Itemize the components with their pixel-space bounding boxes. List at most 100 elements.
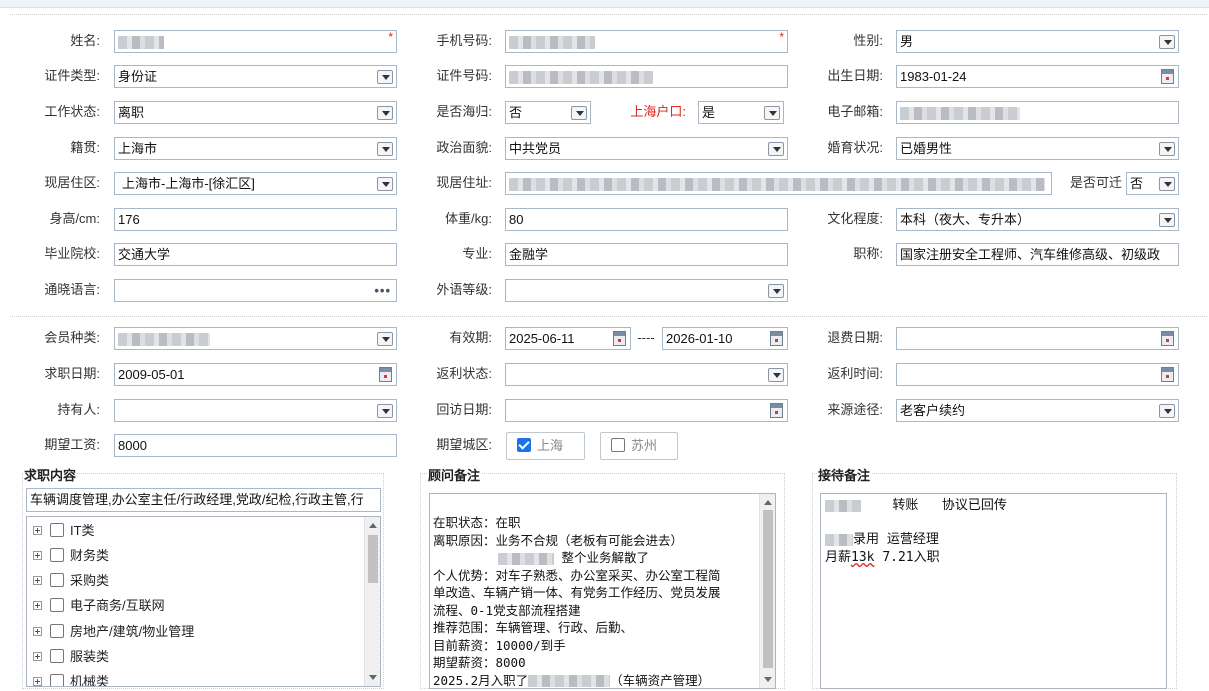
dropdown-arrow-icon[interactable] xyxy=(1159,142,1175,156)
tree-node[interactable]: 房地产/建筑/物业管理 xyxy=(33,621,194,643)
reception-notes-textarea[interactable]: 转账 协议已回传 录用 运营经理 月薪13k 7.21入职 xyxy=(820,493,1167,689)
dropdown-arrow-icon[interactable] xyxy=(571,106,587,120)
dropdown-arrow-icon[interactable] xyxy=(377,404,393,418)
dropdown-arrow-icon[interactable] xyxy=(764,106,780,120)
source-select[interactable]: 老客户续约 xyxy=(896,399,1179,422)
marital-select[interactable]: 已婚男性 xyxy=(896,137,1179,160)
job-content-summary-field[interactable]: 车辆调度管理,办公室主任/行政经理,党政/纪检,行政主管,行 xyxy=(26,488,381,512)
education-select[interactable]: 本科（夜大、专升本） xyxy=(896,208,1179,231)
checkbox-unchecked-icon[interactable] xyxy=(50,649,64,663)
checkbox-unchecked-icon[interactable] xyxy=(50,598,64,612)
major-field[interactable]: 金融学 xyxy=(505,243,788,266)
title-field[interactable]: 国家注册安全工程师、汽车维修高级、初级政 xyxy=(896,243,1179,266)
redacted-text xyxy=(825,499,861,512)
salary-field[interactable]: 8000 xyxy=(114,434,397,457)
tree-node[interactable]: 机械类 xyxy=(33,671,109,686)
address-field[interactable] xyxy=(505,172,1052,195)
checkbox-unchecked-icon[interactable] xyxy=(50,523,64,537)
expand-icon[interactable] xyxy=(33,551,42,560)
checkbox-unchecked-icon[interactable] xyxy=(611,438,625,452)
ellipsis-button[interactable]: ••• xyxy=(374,280,391,301)
expand-icon[interactable] xyxy=(33,526,42,535)
dropdown-arrow-icon[interactable] xyxy=(377,332,393,346)
checkbox-unchecked-icon[interactable] xyxy=(50,674,64,686)
school-field[interactable]: 交通大学 xyxy=(114,243,397,266)
dropdown-arrow-icon[interactable] xyxy=(377,106,393,120)
gender-label: 性别: xyxy=(853,33,883,48)
calendar-icon[interactable] xyxy=(1161,69,1174,84)
expand-icon[interactable] xyxy=(33,677,42,686)
dropdown-arrow-icon[interactable] xyxy=(377,177,393,191)
politics-select[interactable]: 中共党员 xyxy=(505,137,788,160)
school-label: 毕业院校: xyxy=(44,246,100,261)
rebate-time-field[interactable] xyxy=(896,363,1179,386)
validity-end-value: 2026-01-10 xyxy=(666,331,733,346)
checkbox-unchecked-icon[interactable] xyxy=(50,573,64,587)
dropdown-arrow-icon[interactable] xyxy=(377,142,393,156)
birth-date-field[interactable]: 1983-01-24 xyxy=(896,65,1179,88)
calendar-icon[interactable] xyxy=(1161,367,1174,382)
tree-scrollbar[interactable] xyxy=(364,517,380,686)
height-field[interactable]: 176 xyxy=(114,208,397,231)
language-field[interactable]: ••• xyxy=(114,279,397,302)
relocate-select[interactable]: 否 xyxy=(1126,172,1179,195)
scroll-up-icon[interactable] xyxy=(764,500,772,505)
native-select[interactable]: 上海市 xyxy=(114,137,397,160)
tree-node[interactable]: 采购类 xyxy=(33,570,109,592)
dropdown-arrow-icon[interactable] xyxy=(768,142,784,156)
checkbox-unchecked-icon[interactable] xyxy=(50,624,64,638)
tree-node[interactable]: IT类 xyxy=(33,520,95,542)
consultant-notes-textarea[interactable]: 在职状态：在职 离职原因：业务不合规（老板有可能会进去） 整个业务解散了 个人优势：… xyxy=(429,493,776,689)
dropdown-arrow-icon[interactable] xyxy=(768,284,784,298)
scroll-down-icon[interactable] xyxy=(369,675,377,680)
tree-node[interactable]: 电子商务/互联网 xyxy=(33,595,165,617)
city-option-suzhou[interactable]: 苏州 xyxy=(600,432,678,460)
validity-end-field[interactable]: 2026-01-10 xyxy=(662,327,788,350)
id-no-field[interactable] xyxy=(505,65,788,88)
gender-select[interactable]: 男 xyxy=(896,30,1179,53)
refund-date-field[interactable] xyxy=(896,327,1179,350)
tree-node[interactable]: 财务类 xyxy=(33,545,109,567)
residence-area-select[interactable]: 上海市-上海市-[徐汇区] xyxy=(114,172,397,195)
scroll-down-icon[interactable] xyxy=(764,677,772,682)
rebate-status-select[interactable] xyxy=(505,363,788,386)
job-date-field[interactable]: 2009-05-01 xyxy=(114,363,397,386)
expand-icon[interactable] xyxy=(33,601,42,610)
expand-icon[interactable] xyxy=(33,576,42,585)
foreign-level-select[interactable] xyxy=(505,279,788,302)
scroll-thumb[interactable] xyxy=(763,510,773,668)
weight-field[interactable]: 80 xyxy=(505,208,788,231)
dropdown-arrow-icon[interactable] xyxy=(1159,177,1175,191)
email-field[interactable] xyxy=(896,101,1179,124)
calendar-icon[interactable] xyxy=(613,331,626,346)
id-type-select[interactable]: 身份证 xyxy=(114,65,397,88)
calendar-icon[interactable] xyxy=(770,331,783,346)
scroll-up-icon[interactable] xyxy=(369,523,377,528)
member-type-select[interactable] xyxy=(114,327,397,350)
visit-date-field[interactable] xyxy=(505,399,788,422)
calendar-icon[interactable] xyxy=(1161,331,1174,346)
calendar-icon[interactable] xyxy=(770,403,783,418)
dropdown-arrow-icon[interactable] xyxy=(1159,213,1175,227)
name-field[interactable]: * xyxy=(114,30,397,53)
city-option-label: 上海 xyxy=(537,438,564,453)
notes-scrollbar[interactable] xyxy=(759,494,775,688)
dropdown-arrow-icon[interactable] xyxy=(1159,404,1175,418)
returnee-select[interactable]: 否 xyxy=(505,101,591,124)
checkbox-checked-icon[interactable] xyxy=(517,438,531,452)
phone-field[interactable]: * xyxy=(505,30,788,53)
scroll-thumb[interactable] xyxy=(368,535,378,583)
validity-start-field[interactable]: 2025-06-11 xyxy=(505,327,631,350)
tree-node[interactable]: 服装类 xyxy=(33,646,109,668)
city-option-shanghai[interactable]: 上海 xyxy=(506,432,585,460)
expand-icon[interactable] xyxy=(33,652,42,661)
checkbox-unchecked-icon[interactable] xyxy=(50,548,64,562)
holder-select[interactable] xyxy=(114,399,397,422)
calendar-icon[interactable] xyxy=(379,367,392,382)
dropdown-arrow-icon[interactable] xyxy=(1159,35,1175,49)
expand-icon[interactable] xyxy=(33,627,42,636)
dropdown-arrow-icon[interactable] xyxy=(768,368,784,382)
dropdown-arrow-icon[interactable] xyxy=(377,70,393,84)
work-status-select[interactable]: 离职 xyxy=(114,101,397,124)
hukou-select[interactable]: 是 xyxy=(698,101,784,124)
